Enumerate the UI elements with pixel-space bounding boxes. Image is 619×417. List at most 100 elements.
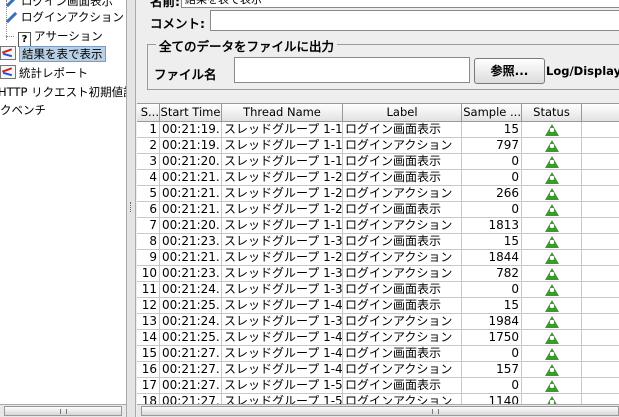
log-display-only-checkbox[interactable]: Log/Display O <box>546 64 619 78</box>
scrollbar-thumb[interactable] <box>4 406 122 416</box>
cell-label: ログインアクション <box>343 218 462 234</box>
cell-label: ログインアクション <box>343 186 462 202</box>
table-row[interactable]: 1 00:21:19... スレッドグループ 1-1 ログイン画面表示 15 <box>137 122 619 138</box>
cell-extra <box>582 282 619 298</box>
cell-start-time: 00:21:19... <box>160 122 222 138</box>
column-header-start-time[interactable]: Start Time <box>160 104 222 122</box>
table-horizontal-scrollbar[interactable] <box>137 404 619 417</box>
tree-item-workbench[interactable]: クベンチ <box>0 101 46 119</box>
cell-sample-no: 4 <box>137 170 160 186</box>
cell-extra <box>582 186 619 202</box>
cell-start-time: 00:21:21... <box>160 186 222 202</box>
table-row[interactable]: 15 00:21:27... スレッドグループ 1-4 ログイン画面表示 0 <box>137 346 619 362</box>
name-field[interactable]: 結果を表で表示 <box>181 0 619 8</box>
cell-status <box>522 154 582 170</box>
cell-sample-time: 0 <box>462 282 522 298</box>
table-row[interactable]: 8 00:21:23... スレッドグループ 1-3 ログイン画面表示 15 <box>137 234 619 250</box>
tree-item-assertion[interactable]: ? アサーション <box>18 27 103 47</box>
cell-sample-time: 0 <box>462 170 522 186</box>
cell-sample-no: 3 <box>137 154 160 170</box>
tree-item-label: 結果を表で表示 <box>19 46 106 62</box>
tree-item-http-defaults[interactable]: HTTP リクエスト初期値設 <box>0 83 126 101</box>
table-row[interactable]: 3 00:21:20... スレッドグループ 1-1 ログイン画面表示 0 <box>137 154 619 170</box>
cell-start-time: 00:21:25... <box>160 298 222 314</box>
cell-extra <box>582 218 619 234</box>
table-row[interactable]: 6 00:21:21... スレッドグループ 1-2 ログイン画面表示 0 <box>137 202 619 218</box>
table-row[interactable]: 7 00:21:20... スレッドグループ 1-1 ログインアクション 1813 <box>137 218 619 234</box>
table-row[interactable]: 16 00:21:27... スレッドグループ 1-4 ログインアクション 157 <box>137 362 619 378</box>
cell-label: ログインアクション <box>343 266 462 282</box>
success-triangle-icon <box>544 364 559 376</box>
cell-label: ログイン画面表示 <box>343 234 462 250</box>
cell-sample-no: 15 <box>137 346 160 362</box>
pen-icon <box>4 11 18 23</box>
table-row[interactable]: 17 00:21:27... スレッドグループ 1-5 ログイン画面表示 0 <box>137 378 619 394</box>
cell-label: ログイン画面表示 <box>343 378 462 394</box>
grip-icon <box>432 409 439 414</box>
table-row[interactable]: 12 00:21:25... スレッドグループ 1-4 ログイン画面表示 15 <box>137 298 619 314</box>
scrollbar-thumb[interactable] <box>141 406 619 416</box>
cell-sample-no: 13 <box>137 314 160 330</box>
cell-sample-time: 15 <box>462 234 522 250</box>
table-row[interactable]: 10 00:21:23... スレッドグループ 1-3 ログインアクション 782 <box>137 266 619 282</box>
table-row[interactable]: 11 00:21:24... スレッドグループ 1-3 ログイン画面表示 0 <box>137 282 619 298</box>
table-row[interactable]: 2 00:21:19... スレッドグループ 1-1 ログインアクション 797 <box>137 138 619 154</box>
cell-sample-time: 1813 <box>462 218 522 234</box>
cell-thread-name: スレッドグループ 1-5 <box>222 378 343 394</box>
table-row[interactable]: 4 00:21:21... スレッドグループ 1-2 ログイン画面表示 0 <box>137 170 619 186</box>
cell-sample-no: 2 <box>137 138 160 154</box>
cell-sample-time: 1984 <box>462 314 522 330</box>
column-header-extra[interactable] <box>582 104 619 122</box>
cell-extra <box>582 362 619 378</box>
tree-horizontal-scrollbar[interactable] <box>0 404 126 417</box>
cell-thread-name: スレッドグループ 1-4 <box>222 298 343 314</box>
cell-label: ログイン画面表示 <box>343 122 462 138</box>
cell-thread-name: スレッドグループ 1-2 <box>222 250 343 266</box>
column-header-status[interactable]: Status <box>522 104 582 122</box>
table-row[interactable]: 13 00:21:24... スレッドグループ 1-3 ログインアクション 1984 <box>137 314 619 330</box>
cell-sample-no: 6 <box>137 202 160 218</box>
column-header-label[interactable]: Label <box>343 104 462 122</box>
tree-item-label: ログインアクション <box>21 10 124 24</box>
group-title: 全てのデータをファイルに出力 <box>156 36 338 55</box>
cell-sample-no: 8 <box>137 234 160 250</box>
cell-start-time: 00:21:24... <box>160 314 222 330</box>
column-header-sample-time[interactable]: Sample ... <box>462 104 522 122</box>
cell-label: ログインアクション <box>343 314 462 330</box>
tree-connector <box>6 36 14 37</box>
table-row[interactable]: 5 00:21:21... スレッドグループ 1-2 ログインアクション 266 <box>137 186 619 202</box>
test-plan-tree[interactable]: ログイン画面表示 ログインアクション ? アサーション 結果を表で表示 統計レポー… <box>0 0 126 404</box>
success-triangle-icon <box>544 220 559 232</box>
filename-label: ファイル名 <box>154 67 217 82</box>
tree-item-summary-report[interactable]: 統計レポート <box>0 64 88 82</box>
column-header-thread-name[interactable]: Thread Name <box>222 104 343 122</box>
table-row[interactable]: 14 00:21:25... スレッドグループ 1-4 ログインアクション 1750 <box>137 330 619 346</box>
cell-sample-no: 16 <box>137 362 160 378</box>
cell-thread-name: スレッドグループ 1-1 <box>222 138 343 154</box>
cell-status <box>522 282 582 298</box>
cell-sample-time: 15 <box>462 298 522 314</box>
cell-status <box>522 298 582 314</box>
cell-label: ログインアクション <box>343 138 462 154</box>
success-triangle-icon <box>544 284 559 296</box>
browse-button[interactable]: 参照... <box>474 58 545 84</box>
cell-status <box>522 138 582 154</box>
cell-start-time: 00:21:27... <box>160 362 222 378</box>
tree-item-login-action[interactable]: ログインアクション <box>4 8 124 26</box>
success-triangle-icon <box>544 316 559 328</box>
cell-sample-no: 11 <box>137 282 160 298</box>
cell-start-time: 00:21:27... <box>160 346 222 362</box>
cell-thread-name: スレッドグループ 1-1 <box>222 218 343 234</box>
panel-splitter[interactable] <box>126 0 136 417</box>
cell-label: ログイン画面表示 <box>343 298 462 314</box>
cell-extra <box>582 170 619 186</box>
cell-status <box>522 234 582 250</box>
comment-field[interactable] <box>210 10 619 31</box>
cell-extra <box>582 298 619 314</box>
cell-label: ログイン画面表示 <box>343 170 462 186</box>
filename-input[interactable] <box>234 57 470 83</box>
tree-item-view-results-table[interactable]: 結果を表で表示 <box>0 45 106 63</box>
table-row[interactable]: 9 00:21:21... スレッドグループ 1-2 ログインアクション 1844 <box>137 250 619 266</box>
results-table[interactable]: S... Start Time Thread Name Label Sample… <box>137 103 619 417</box>
column-header-sample-no[interactable]: S... <box>137 104 160 122</box>
